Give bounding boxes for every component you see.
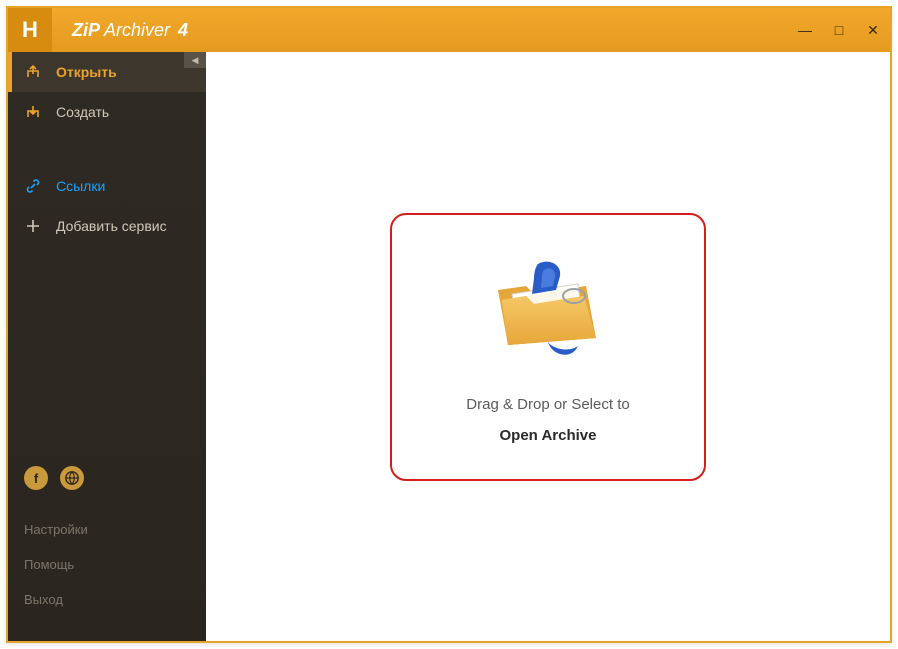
app-logo-letter: H [22,17,38,43]
minimize-button[interactable]: — [788,8,822,52]
sidebar-item-label: Открыть [56,64,117,80]
app-window: H ZiP Archiver 4 — □ ✕ ◀ Открыть [6,6,892,643]
app-body: ◀ Открыть Создать Ссылки [8,52,890,641]
open-archive-dropzone[interactable]: Drag & Drop or Select to Open Archive [390,213,706,481]
sidebar-item-open[interactable]: Открыть [8,52,206,92]
dropzone-line2: Open Archive [500,427,597,444]
sidebar-gap [8,132,206,166]
facebook-icon[interactable]: f [24,466,48,490]
globe-icon[interactable] [60,466,84,490]
sidebar-item-label: Создать [56,104,109,120]
window-controls: — □ ✕ [788,8,890,52]
help-link[interactable]: Помощь [24,547,190,582]
open-icon [24,64,42,80]
app-title: ZiP Archiver 4 [72,20,188,41]
sidebar-bottom: f Настройки Помощь Выход [8,452,206,641]
folder-icon [478,250,618,370]
main-area: Drag & Drop or Select to Open Archive [206,52,890,641]
sidebar-item-label: Добавить сервис [56,218,167,234]
social-row: f [24,466,190,490]
sidebar-collapse-button[interactable]: ◀ [184,52,206,68]
sidebar-item-add-service[interactable]: Добавить сервис [8,206,206,246]
sidebar-item-links[interactable]: Ссылки [8,166,206,206]
titlebar[interactable]: H ZiP Archiver 4 — □ ✕ [8,8,890,52]
link-icon [24,178,42,194]
create-icon [24,104,42,120]
app-logo: H [8,8,52,52]
exit-link[interactable]: Выход [24,582,190,617]
chevron-left-icon: ◀ [192,55,199,66]
sidebar: ◀ Открыть Создать Ссылки [8,52,206,641]
sidebar-item-create[interactable]: Создать [8,92,206,132]
close-button[interactable]: ✕ [856,8,890,52]
dropzone-line1: Drag & Drop or Select to [466,396,629,413]
sidebar-item-label: Ссылки [56,178,105,194]
settings-link[interactable]: Настройки [24,512,190,547]
plus-icon [24,219,42,233]
maximize-button[interactable]: □ [822,8,856,52]
